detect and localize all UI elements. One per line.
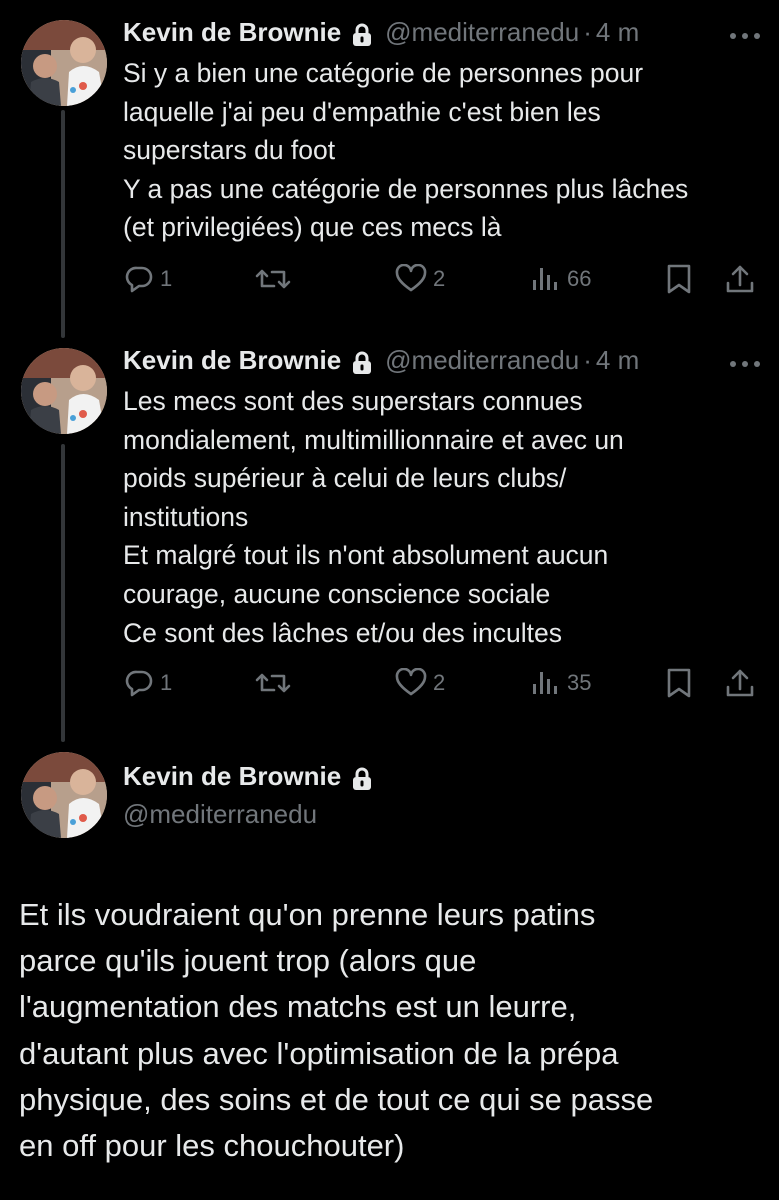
tweet-header: Kevin de Brownie @mediterranedu · 4 m — [123, 14, 639, 50]
views-icon — [531, 264, 561, 294]
tweet-actions: 1 2 — [0, 663, 779, 703]
tweet-text-line: l'augmentation des matchs est un leurre, — [19, 989, 577, 1025]
like-button[interactable]: 2 — [395, 663, 445, 703]
views-count: 35 — [567, 670, 592, 695]
tweet-text-line: poids supérieur à celui de leurs clubs/ — [123, 463, 567, 494]
more-icon[interactable] — [728, 356, 762, 367]
bookmark-button[interactable] — [666, 259, 692, 299]
tweet-text-line: laquelle j'ai peu d'empathie c'est bien … — [123, 96, 601, 127]
tweet-text-line: Les mecs sont des superstars connues — [123, 386, 583, 416]
tweet-text-line: parce qu'ils jouent trop (alors que — [19, 943, 477, 979]
thread-line-1 — [61, 110, 65, 338]
share-button[interactable] — [725, 663, 755, 703]
share-icon — [725, 667, 755, 699]
author-name[interactable]: Kevin de Brownie — [123, 14, 341, 50]
tweet-text-line: Ce sont des lâches et/ou des incultes — [123, 617, 562, 648]
views-button[interactable]: 35 — [531, 663, 591, 703]
like-button[interactable]: 2 — [395, 259, 445, 299]
tweet-text: Si y a bien une catégorie de personnes p… — [123, 54, 763, 247]
timestamp[interactable]: 4 m — [596, 14, 639, 50]
tweet-text-line: mondialement, multimillionnaire et avec … — [123, 424, 624, 455]
retweet-icon — [255, 668, 291, 698]
tweet-text-line: courage, aucune conscience sociale — [123, 578, 551, 609]
reply-button[interactable]: 1 — [124, 663, 172, 703]
lock-icon — [352, 348, 372, 374]
tweet-text-line: superstars du foot — [123, 135, 336, 166]
tweet-text-line: institutions — [123, 501, 249, 532]
timestamp[interactable]: 4 m — [596, 342, 639, 378]
like-count: 2 — [433, 670, 446, 695]
author-name[interactable]: Kevin de Brownie — [123, 758, 341, 794]
tweet-actions: 1 2 — [0, 259, 779, 299]
reply-count: 1 — [160, 670, 173, 695]
tweet-text-line: (et privilegiées) que ces mecs là — [123, 212, 502, 243]
avatar[interactable] — [21, 20, 107, 106]
tweet-text-line: Et malgré tout ils n'ont absolument aucu… — [123, 540, 609, 571]
reply-count: 1 — [160, 266, 173, 291]
author-handle[interactable]: @mediterranedu — [123, 796, 317, 832]
tweet-header: Kevin de Brownie @mediterranedu · 4 m — [123, 342, 639, 378]
lock-icon — [352, 764, 372, 790]
author-handle[interactable]: @mediterranedu — [385, 342, 579, 378]
tweet-text-line: Et ils voudraient qu'on prenne leurs pat… — [19, 897, 596, 932]
separator-dot: · — [583, 17, 592, 47]
views-button[interactable]: 66 — [531, 259, 591, 299]
bookmark-icon — [666, 667, 692, 699]
retweet-button[interactable] — [255, 663, 291, 703]
tweet-text-line: en off pour les chouchouter) — [19, 1128, 405, 1164]
tweet-text: Les mecs sont des superstars connues mon… — [123, 382, 763, 652]
reply-icon — [124, 668, 154, 698]
retweet-button[interactable] — [255, 259, 291, 299]
like-icon — [395, 264, 427, 294]
like-icon — [395, 668, 427, 698]
author-handle[interactable]: @mediterranedu — [385, 14, 579, 50]
bookmark-icon — [666, 263, 692, 295]
reply-button[interactable]: 1 — [124, 259, 172, 299]
tweet-text-line: Si y a bien une catégorie de personnes p… — [123, 58, 644, 88]
avatar[interactable] — [21, 752, 107, 838]
reply-icon — [124, 264, 154, 294]
share-icon — [725, 263, 755, 295]
main-tweet-text: Et ils voudraient qu'on prenne leurs pat… — [19, 892, 764, 1169]
share-button[interactable] — [725, 259, 755, 299]
more-icon[interactable] — [728, 28, 762, 39]
avatar[interactable] — [21, 348, 107, 434]
author-name[interactable]: Kevin de Brownie — [123, 342, 341, 378]
bookmark-button[interactable] — [666, 663, 692, 703]
retweet-icon — [255, 264, 291, 294]
views-count: 66 — [567, 266, 592, 291]
tweet-text-line: physique, des soins et de tout ce qui se… — [19, 1081, 654, 1117]
like-count: 2 — [433, 266, 446, 291]
tweet-text-line: Y a pas une catégorie de personnes plus … — [123, 173, 689, 204]
lock-icon — [352, 20, 372, 46]
tweet-text-line: d'autant plus avec l'optimisation de la … — [19, 1035, 619, 1071]
views-icon — [531, 668, 561, 698]
separator-dot: · — [583, 345, 592, 375]
main-tweet-header: Kevin de Brownie — [123, 758, 385, 794]
